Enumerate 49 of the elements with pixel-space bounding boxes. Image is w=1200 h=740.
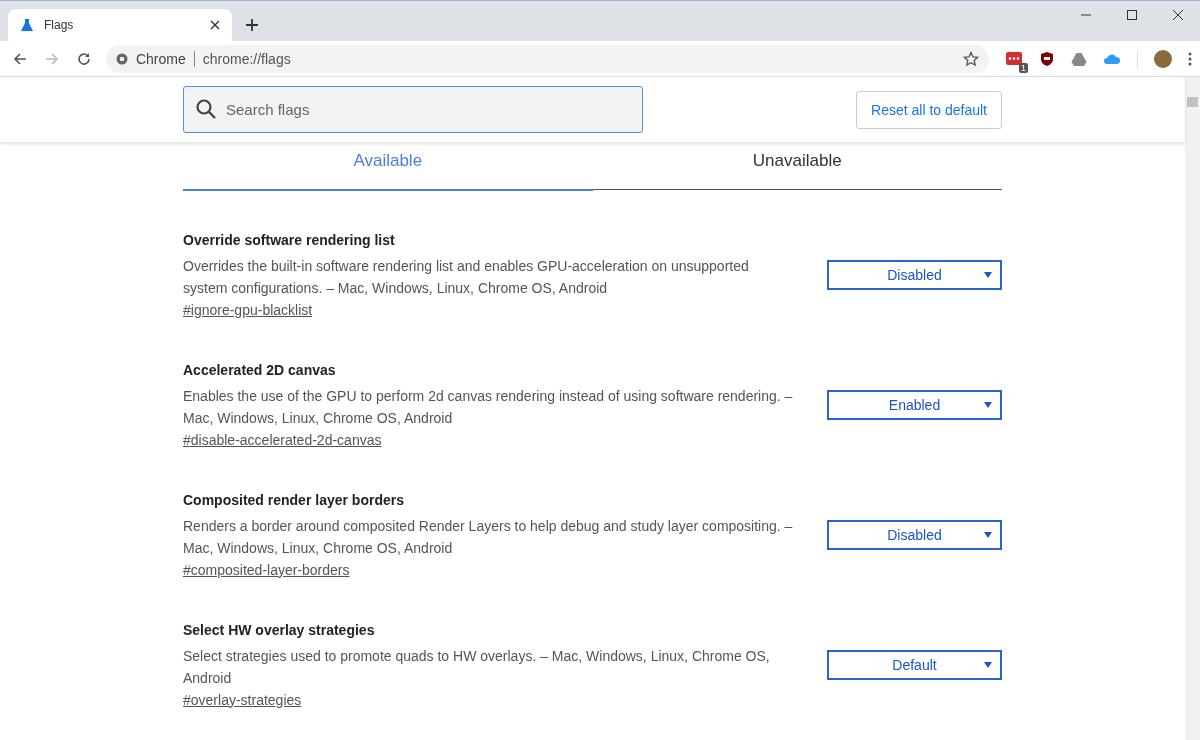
star-icon[interactable]: [963, 50, 980, 67]
flag-dropdown[interactable]: Default: [827, 650, 1002, 680]
cloud-icon[interactable]: [1103, 52, 1122, 65]
flag-title: Accelerated 2D canvas: [183, 361, 337, 378]
avatar[interactable]: [1154, 49, 1172, 68]
flag-description: Overrides the built-in software rendering list and enables GPU-acceleration on unsupported system configurations. – Mac, Windows, Linux, Chrome OS, Android: [183, 256, 750, 298]
dropdown-value: Default: [892, 657, 937, 673]
tab[interactable]: Available: [183, 142, 593, 191]
flag-dropdown[interactable]: Disabled: [827, 520, 1002, 550]
dropdown-value: Disabled: [887, 267, 942, 283]
caret-icon: [984, 272, 992, 278]
close-window-icon[interactable]: [1172, 9, 1184, 21]
caret-icon: [984, 532, 992, 538]
url-text: chrome://flags: [202, 50, 291, 67]
chrome-logo-icon: [115, 52, 128, 65]
browser-tab[interactable]: Flags: [8, 9, 232, 41]
flag-dropdown[interactable]: Enabled: [827, 390, 1002, 420]
search-icon: [195, 98, 217, 120]
close-tab-icon[interactable]: [210, 20, 220, 30]
search-field[interactable]: Search flags: [183, 86, 643, 133]
flag-description: Enables the use of the GPU to perform 2d canvas rendering instead of using software rendering. – Mac, Windows, Linux, Chrome OS, Android: [183, 386, 793, 428]
site-label: Chrome: [135, 50, 186, 67]
flag-title: Composited render layer borders: [183, 491, 405, 508]
menu-icon[interactable]: [1188, 51, 1192, 66]
scrollbar[interactable]: [1185, 77, 1200, 740]
extension-badge: 1: [1019, 62, 1029, 73]
password-manager-icon[interactable]: [1005, 50, 1024, 67]
reset-button[interactable]: Reset all to default: [856, 90, 1002, 129]
flag-link[interactable]: #disable-accelerated-2d-canvas: [183, 431, 382, 448]
flag-dropdown[interactable]: Disabled: [827, 260, 1002, 290]
new-tab-icon[interactable]: [246, 19, 258, 31]
tab-title: Flags: [44, 18, 75, 32]
flag-title: Select HW overlay strategies: [183, 621, 376, 638]
tab[interactable]: Unavailable: [592, 142, 1002, 190]
dropdown-value: Disabled: [887, 527, 942, 543]
dropdown-value: Enabled: [888, 397, 941, 413]
caret-icon: [984, 662, 992, 668]
flag-link[interactable]: #overlay-strategies: [183, 691, 302, 708]
flag-link[interactable]: #composited-layer-borders: [183, 561, 350, 578]
address-bar[interactable]: Chrome chrome://flags: [105, 44, 990, 73]
maximize-icon[interactable]: [1126, 9, 1138, 21]
flask-icon: [20, 18, 34, 32]
caret-icon: [984, 402, 992, 408]
flag-description: Renders a border around composited Render Layers to help debug and study layer compositing. – Mac, Windows, Linux, Chrome OS, Android: [183, 516, 793, 558]
shield-icon[interactable]: [1039, 50, 1056, 67]
flag-title: Override software rendering list: [183, 231, 396, 248]
reload-icon[interactable]: [75, 50, 92, 67]
flag-description: Select strategies used to promote quads to HW overlays. – Mac, Windows, Linux, Chrome OS, Android: [183, 646, 771, 688]
flag-link[interactable]: #ignore-gpu-blacklist: [183, 301, 313, 318]
